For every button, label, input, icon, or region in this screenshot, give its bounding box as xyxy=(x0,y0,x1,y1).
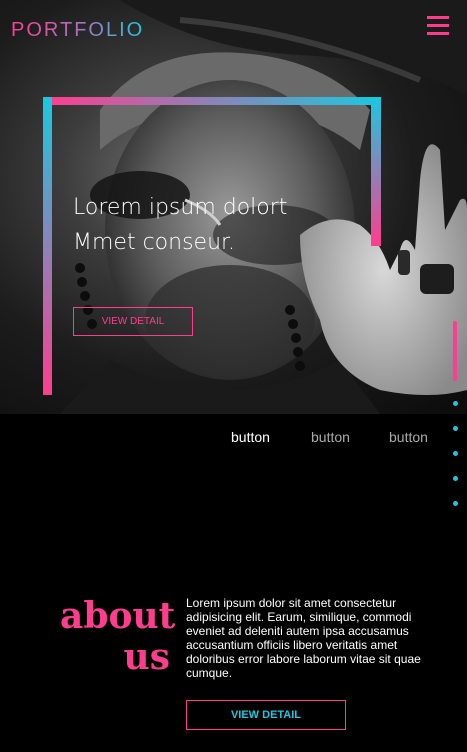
about-title-line-1: about xyxy=(60,595,176,637)
hero-section: PORTFOLIO Lorem ipsum dolort Mmet conseu… xyxy=(0,0,467,414)
slide-indicator-active[interactable] xyxy=(453,321,457,381)
hamburger-menu-icon[interactable] xyxy=(427,16,449,36)
about-title-line-2: us xyxy=(123,636,170,678)
slide-dot-4[interactable] xyxy=(453,476,458,481)
tab-button-3[interactable]: button xyxy=(389,429,428,445)
hero-title-line-2: Mmet conseur. xyxy=(73,230,236,255)
slide-dot-2[interactable] xyxy=(453,426,458,431)
slide-dot-1[interactable] xyxy=(453,401,458,406)
about-description: Lorem ipsum dolor sit amet consectetur a… xyxy=(186,596,421,680)
hero-view-detail-button[interactable]: VIEW DETAIL xyxy=(73,307,193,336)
slide-dot-3[interactable] xyxy=(453,451,458,456)
about-view-detail-button[interactable]: VIEW DETAIL xyxy=(186,700,346,730)
logo[interactable]: PORTFOLIO xyxy=(11,19,144,42)
frame-left-bar xyxy=(43,97,52,395)
frame-right-bar xyxy=(371,97,381,246)
slide-dot-5[interactable] xyxy=(453,501,458,506)
tab-button-2[interactable]: button xyxy=(311,429,350,445)
tab-button-1[interactable]: button xyxy=(231,429,270,445)
hero-title-line-1: Lorem ipsum dolort xyxy=(73,195,288,220)
hero-title: Lorem ipsum dolort Mmet conseur. xyxy=(73,190,363,260)
frame-top-bar xyxy=(43,97,381,105)
about-title: about us xyxy=(60,595,176,678)
